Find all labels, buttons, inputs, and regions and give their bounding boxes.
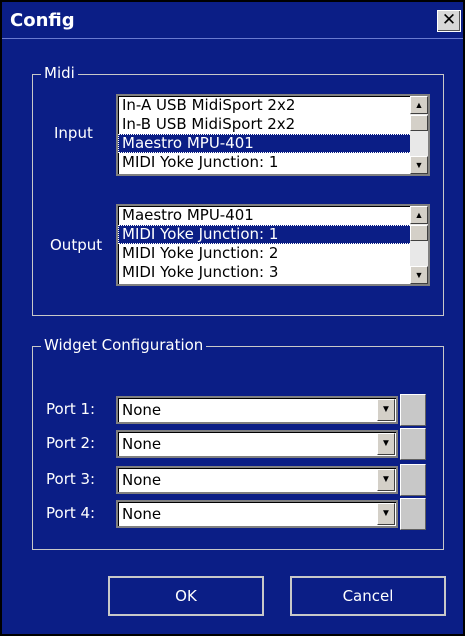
input-list-items: In-A USB MidiSport 2x2 In-B USB MidiSport… <box>118 96 428 172</box>
scroll-down-icon[interactable]: ▼ <box>410 156 428 174</box>
scroll-thumb[interactable] <box>410 225 428 241</box>
output-list-items: Maestro MPU-401 MIDI Yoke Junction: 1 MIDI… <box>118 206 428 282</box>
list-item[interactable]: MIDI Yoke Junction: 1 <box>118 225 428 244</box>
chevron-down-icon[interactable]: ▼ <box>377 503 395 525</box>
config-dialog: Config ✕ Midi Input In-A USB MidiSport 2… <box>0 0 465 636</box>
port-4-config-button[interactable] <box>400 498 426 530</box>
close-icon: ✕ <box>441 10 457 30</box>
list-item[interactable]: In-A USB MidiSport 2x2 <box>118 96 428 115</box>
chevron-down-icon[interactable]: ▼ <box>377 399 395 421</box>
cancel-button[interactable]: Cancel <box>290 576 446 616</box>
scroll-up-icon[interactable]: ▲ <box>410 206 428 224</box>
chevron-down-icon[interactable]: ▼ <box>377 469 395 491</box>
port-select-value: None <box>122 505 162 523</box>
input-scrollbar[interactable]: ▲ ▼ <box>410 96 428 174</box>
output-listbox[interactable]: Maestro MPU-401 MIDI Yoke Junction: 1 MIDI… <box>116 204 430 286</box>
input-label: Input <box>54 124 93 142</box>
port-label: Port 1: <box>46 400 96 418</box>
port-2-select[interactable]: None ▼ <box>116 430 398 458</box>
input-listbox[interactable]: In-A USB MidiSport 2x2 In-B USB MidiSport… <box>116 94 430 176</box>
list-item[interactable]: Maestro MPU-401 <box>118 134 428 153</box>
output-label: Output <box>50 236 103 254</box>
scroll-up-icon[interactable]: ▲ <box>410 96 428 114</box>
scroll-thumb[interactable] <box>410 115 428 131</box>
list-item[interactable]: MIDI Yoke Junction: 1 <box>118 153 428 172</box>
list-item[interactable]: MIDI Yoke Junction: 2 <box>118 244 428 263</box>
port-4-select[interactable]: None ▼ <box>116 500 398 528</box>
list-item[interactable]: Maestro MPU-401 <box>118 206 428 225</box>
port-2-config-button[interactable] <box>400 428 426 460</box>
port-3-select[interactable]: None ▼ <box>116 466 398 494</box>
close-button[interactable]: ✕ <box>437 10 461 32</box>
window-title: Config <box>10 10 75 31</box>
title-bar[interactable]: Config ✕ <box>2 2 463 39</box>
port-label: Port 2: <box>46 434 96 452</box>
output-scrollbar[interactable]: ▲ ▼ <box>410 206 428 284</box>
port-select-value: None <box>122 471 162 489</box>
scroll-down-icon[interactable]: ▼ <box>410 266 428 284</box>
widget-config-group-label: Widget Configuration <box>41 336 207 354</box>
port-label: Port 4: <box>46 504 96 522</box>
port-select-value: None <box>122 401 162 419</box>
port-select-value: None <box>122 435 162 453</box>
port-3-config-button[interactable] <box>400 464 426 496</box>
midi-group-label: Midi <box>41 64 78 82</box>
list-item[interactable]: In-B USB MidiSport 2x2 <box>118 115 428 134</box>
chevron-down-icon[interactable]: ▼ <box>377 433 395 455</box>
port-1-config-button[interactable] <box>400 394 426 426</box>
ok-button[interactable]: OK <box>108 576 264 616</box>
list-item[interactable]: MIDI Yoke Junction: 3 <box>118 263 428 282</box>
port-1-select[interactable]: None ▼ <box>116 396 398 424</box>
port-label: Port 3: <box>46 470 96 488</box>
